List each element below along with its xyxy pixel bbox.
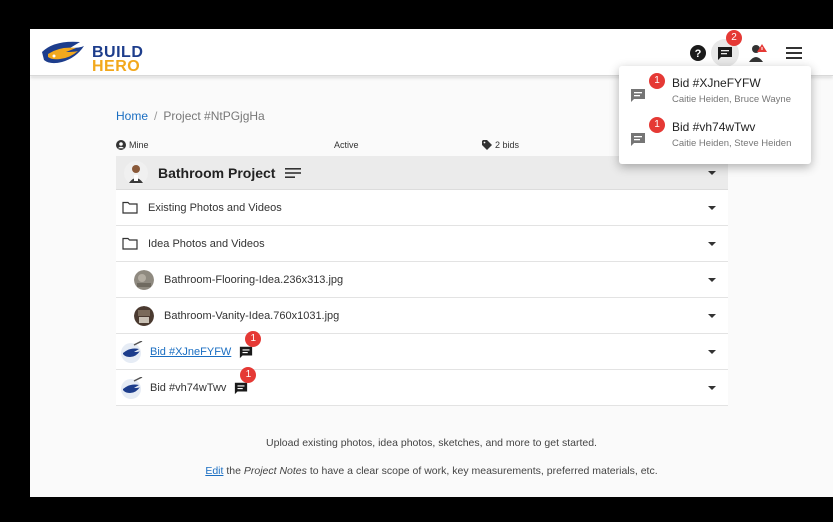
svg-text:?: ? — [695, 48, 702, 60]
list-item-label: Idea Photos and Videos — [148, 237, 265, 250]
account-circle-icon — [116, 140, 126, 150]
chat-icon — [631, 133, 645, 146]
bid-chat-badge: 1 — [240, 366, 257, 383]
user-avatar-icon — [749, 44, 767, 62]
dropdown-item-title: Bid #vh74wTwv — [672, 120, 756, 134]
messages-button[interactable]: 2 — [711, 30, 742, 67]
bid-label: Bid #vh74wTwv — [150, 381, 227, 394]
contractor-logo — [121, 340, 143, 363]
project-list: Bathroom Project Existing Photos and Vid… — [116, 156, 728, 406]
folder-icon — [122, 201, 138, 214]
bid-chat-button[interactable]: 1 — [234, 366, 257, 395]
list-item-vanity-image[interactable]: Bathroom-Vanity-Idea.760x1031.jpg — [116, 298, 728, 334]
hamburger-menu-icon[interactable] — [782, 41, 806, 65]
edit-notes-link[interactable]: Edit — [205, 465, 223, 477]
project-title: Bathroom Project — [158, 164, 276, 181]
list-item-existing-photos[interactable]: Existing Photos and Videos — [116, 190, 728, 226]
logo-wordmark: BUILD HERO — [92, 45, 143, 75]
breadcrumb-current: Project #NtPGjgHa — [163, 109, 265, 123]
dropdown-item-subtitle: Caitie Heiden, Steve Heiden — [672, 138, 792, 149]
dropdown-item-badge: 1 — [649, 117, 665, 133]
list-item-flooring-image[interactable]: Bathroom-Flooring-Idea.236x313.jpg — [116, 262, 728, 298]
user-avatar-button[interactable] — [746, 41, 770, 65]
bid-chat-badge: 1 — [245, 330, 262, 347]
breadcrumb: Home / Project #NtPGjgHa — [116, 109, 265, 123]
breadcrumb-separator: / — [154, 109, 158, 123]
tag-icon — [482, 140, 492, 150]
bids-meta: 2 bids — [482, 140, 519, 150]
chevron-down-icon[interactable] — [706, 382, 718, 394]
image-thumbnail — [134, 269, 154, 290]
chat-icon — [240, 346, 253, 358]
list-item-label: Bathroom-Flooring-Idea.236x313.jpg — [164, 273, 344, 286]
chat-icon — [235, 382, 248, 394]
buildhero-logo[interactable]: BUILD HERO — [40, 38, 143, 75]
list-item-bid-2[interactable]: Bid #vh74wTwv 1 — [116, 366, 728, 406]
project-avatar — [124, 160, 148, 185]
dropdown-item-bid-2[interactable]: 1 Bid #vh74wTwv Caitie Heiden, Steve Hei… — [619, 116, 811, 160]
notes-hint-text: the — [223, 465, 244, 477]
notes-icon[interactable] — [285, 167, 302, 179]
folder-icon — [122, 237, 138, 250]
eagle-logo-icon — [42, 41, 84, 64]
image-thumbnail — [134, 305, 154, 326]
status-label: Active — [334, 140, 359, 150]
list-item-idea-photos[interactable]: Idea Photos and Videos — [116, 226, 728, 262]
chevron-down-icon[interactable] — [706, 310, 718, 322]
chat-icon — [631, 89, 645, 102]
messages-dropdown: 1 Bid #XJneFYFW Caitie Heiden, Bruce Way… — [619, 66, 811, 164]
list-item-label: Existing Photos and Videos — [148, 201, 282, 214]
chevron-down-icon[interactable] — [706, 202, 718, 214]
dropdown-item-bid-1[interactable]: 1 Bid #XJneFYFW Caitie Heiden, Bruce Way… — [619, 72, 811, 116]
breadcrumb-home-link[interactable]: Home — [116, 109, 148, 123]
dropdown-item-title: Bid #XJneFYFW — [672, 76, 761, 90]
help-icon[interactable]: ? — [686, 41, 710, 65]
notes-hint-text: to have a clear scope of work, key measu… — [306, 465, 658, 477]
list-item-bid-1[interactable]: Bid #XJneFYFW 1 — [116, 330, 728, 370]
messages-badge: 2 — [726, 30, 742, 46]
contractor-logo — [121, 376, 143, 399]
chevron-down-icon[interactable] — [706, 346, 718, 358]
chevron-down-icon[interactable] — [706, 167, 718, 179]
logo-line-2: HERO — [92, 58, 141, 75]
chevron-down-icon[interactable] — [706, 274, 718, 286]
owner-label: Mine — [129, 140, 149, 150]
list-item-label: Bathroom-Vanity-Idea.760x1031.jpg — [164, 309, 340, 322]
bid-link[interactable]: Bid #XJneFYFW — [150, 346, 231, 358]
bids-count: 2 bids — [495, 140, 520, 150]
project-notes-emphasis: Project Notes — [243, 465, 307, 477]
notes-hint: Edit the Project Notes to have a clear s… — [30, 465, 833, 477]
upload-hint: Upload existing photos, idea photos, ske… — [266, 437, 597, 449]
owner-meta: Mine — [116, 140, 149, 150]
bid-chat-button[interactable]: 1 — [239, 330, 262, 359]
dropdown-item-subtitle: Caitie Heiden, Bruce Wayne — [672, 94, 791, 105]
chevron-down-icon[interactable] — [706, 238, 718, 250]
dropdown-item-badge: 1 — [649, 73, 665, 89]
chat-icon — [718, 47, 732, 60]
